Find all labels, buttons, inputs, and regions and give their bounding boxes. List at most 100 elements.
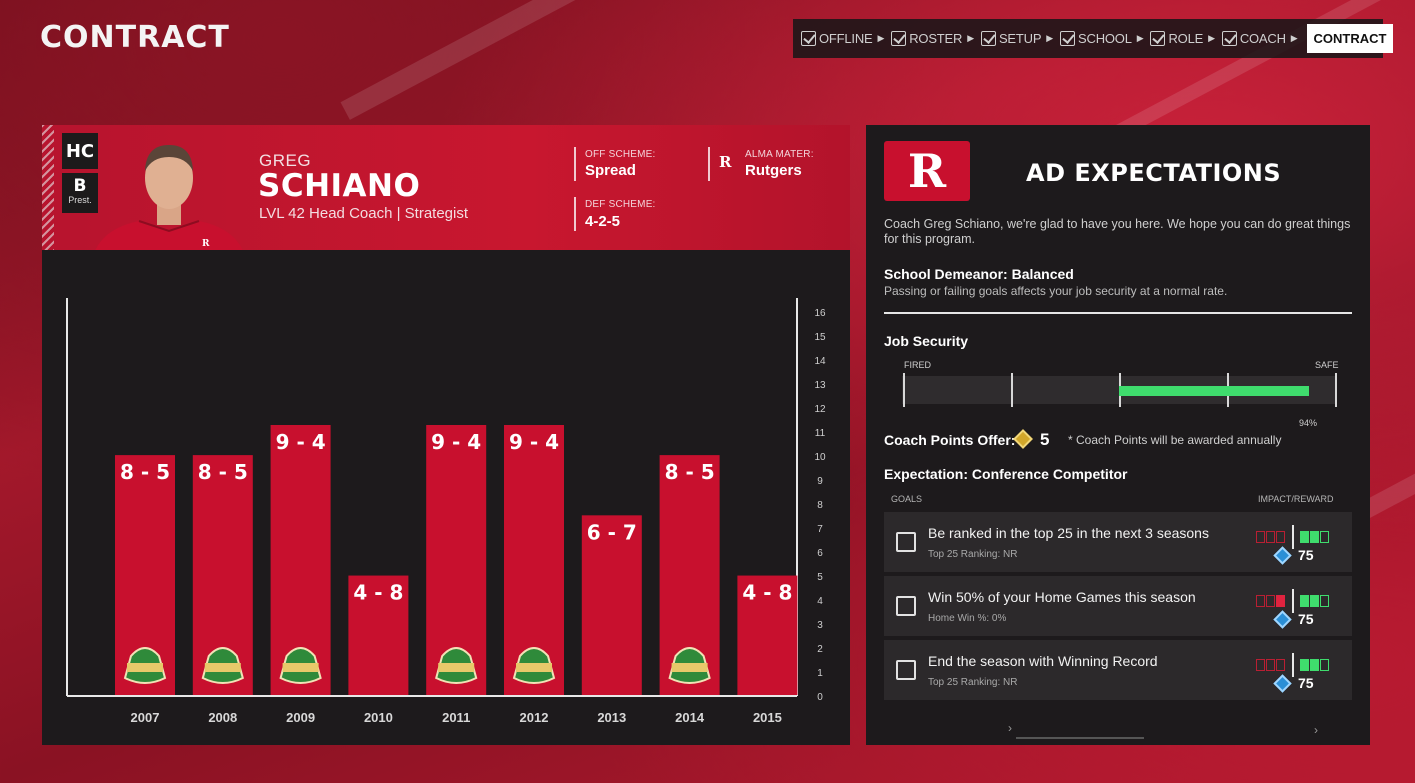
job-security-tick <box>903 373 905 407</box>
ad-expectations-title: AD EXPECTATIONS <box>1026 159 1282 187</box>
impact-meter <box>1256 525 1330 549</box>
impact-column-header: IMPACT/REWARD <box>1258 494 1334 504</box>
y-tick-label: 12 <box>814 404 826 415</box>
penalty-pip <box>1256 531 1265 543</box>
job-security-safe-label: SAFE <box>1315 360 1339 370</box>
step-school[interactable]: SCHOOL ▶ <box>1060 31 1144 46</box>
bar-record-label: 8 - 5 <box>120 460 170 484</box>
arrow-right-icon: ▶ <box>1208 33 1215 43</box>
goal-checkbox[interactable] <box>896 596 916 616</box>
reward-points-icon <box>1273 610 1292 629</box>
scroll-left-icon[interactable]: › <box>1008 721 1012 735</box>
header-hatch-decoration <box>42 125 54 250</box>
shirt-logo-r: R <box>202 239 210 249</box>
y-tick-label: 3 <box>817 620 823 631</box>
coach-points-value: 5 <box>1040 430 1050 449</box>
job-security-fill <box>1119 386 1310 396</box>
position-badge: HC <box>62 133 98 169</box>
page-title: CONTRACT <box>40 20 230 55</box>
scroll-right-icon[interactable]: › <box>1314 723 1318 737</box>
impact-separator <box>1292 525 1294 549</box>
arrow-right-icon: ▶ <box>1046 33 1054 43</box>
impact-separator <box>1292 653 1294 677</box>
goal-text: End the season with Winning Record <box>928 653 1158 669</box>
y-tick-label: 16 <box>814 308 826 319</box>
penalty-pip <box>1276 531 1285 543</box>
goal-progress: Top 25 Ranking: NR <box>928 549 1018 560</box>
goal-progress: Top 25 Ranking: NR <box>928 677 1018 688</box>
x-tick-label: 2013 <box>597 710 626 725</box>
reward-pip <box>1320 595 1329 607</box>
reward-pip <box>1310 595 1319 607</box>
penalty-pip <box>1256 595 1265 607</box>
reward-pip <box>1310 659 1319 671</box>
goal-checkbox[interactable] <box>896 532 916 552</box>
x-tick-label: 2014 <box>675 710 705 725</box>
arrow-right-icon: ▶ <box>877 33 885 43</box>
school-logo: R <box>884 141 970 201</box>
step-label: SETUP <box>998 31 1042 46</box>
goal-row[interactable]: Be ranked in the top 25 in the next 3 se… <box>884 512 1352 572</box>
arrow-right-icon: ▶ <box>1136 33 1144 43</box>
prestige-label: Prest. <box>68 195 92 205</box>
step-contract-active[interactable]: CONTRACT <box>1306 24 1394 53</box>
bowl-game-icon-banner <box>516 663 552 672</box>
goal-row[interactable]: End the season with Winning Record Top 2… <box>884 640 1352 700</box>
checkbox-checked-icon <box>980 31 996 46</box>
goal-text: Win 50% of your Home Games this season <box>928 589 1196 605</box>
coach-header: HC B Prest. R GREG SCHIANO LVL 42 Head C… <box>42 125 850 250</box>
reward-points-icon <box>1273 674 1292 693</box>
season-record-chart: 0123456789101112131415168 - 520078 - 520… <box>66 298 826 725</box>
goal-checkbox[interactable] <box>896 660 916 680</box>
job-security-title: Job Security <box>884 333 969 349</box>
goal-text: Be ranked in the top 25 in the next 3 se… <box>928 525 1209 541</box>
y-tick-label: 6 <box>817 548 823 559</box>
coach-level-archetype: LVL 42 Head Coach | Strategist <box>259 205 469 222</box>
step-role[interactable]: ROLE ▶ <box>1150 31 1215 46</box>
x-tick-label: 2012 <box>520 710 549 725</box>
coach-history-panel: HC B Prest. R GREG SCHIANO LVL 42 Head C… <box>42 125 850 745</box>
school-demeanor-description: Passing or failing goals affects your jo… <box>884 284 1228 298</box>
bowl-game-icon-banner <box>671 663 708 672</box>
prestige-grade: B <box>73 176 87 196</box>
x-tick-label: 2015 <box>753 710 782 725</box>
coach-points-icon <box>1013 429 1033 449</box>
divider <box>708 147 710 181</box>
def-scheme-label: DEF SCHEME: <box>585 199 656 210</box>
y-tick-label: 8 <box>817 500 823 511</box>
x-tick-label: 2010 <box>364 710 393 725</box>
job-security-tick <box>1335 373 1337 407</box>
job-security-tick <box>1011 373 1013 407</box>
reward-points-value: 75 <box>1298 675 1314 691</box>
ad-expectations-panel: R AD EXPECTATIONS Coach Greg Schiano, we… <box>866 125 1370 745</box>
y-tick-label: 5 <box>817 572 823 583</box>
x-tick-label: 2007 <box>131 710 160 725</box>
goals-column-header: GOALS <box>891 494 923 504</box>
goal-row[interactable]: Win 50% of your Home Games this season H… <box>884 576 1352 636</box>
arrow-right-icon: ▶ <box>967 33 974 43</box>
off-scheme-label: OFF SCHEME: <box>585 149 656 160</box>
y-tick-label: 0 <box>817 692 823 703</box>
alma-mater-value: Rutgers <box>745 162 802 179</box>
divider <box>574 147 576 181</box>
prestige-badge: B Prest. <box>62 173 98 213</box>
step-coach[interactable]: COACH ▶ <box>1221 31 1298 46</box>
checkbox-checked-icon <box>891 31 907 46</box>
bar-record-label: 8 - 5 <box>665 460 715 484</box>
penalty-pip <box>1266 531 1275 543</box>
scrollbar[interactable] <box>1016 737 1144 739</box>
x-tick-label: 2009 <box>286 710 315 725</box>
step-label: OFFLINE <box>819 31 873 46</box>
x-tick-label: 2011 <box>442 710 470 725</box>
step-setup[interactable]: SETUP ▶ <box>980 31 1054 46</box>
step-roster[interactable]: ROSTER ▶ <box>891 31 974 46</box>
bar-record-label: 4 - 8 <box>742 581 792 605</box>
job-security-value: 94% <box>1299 418 1318 428</box>
penalty-pip <box>1276 595 1285 607</box>
bowl-game-icon-banner <box>204 663 241 672</box>
checkbox-checked-icon <box>1060 31 1076 46</box>
def-scheme-value: 4-2-5 <box>585 213 621 230</box>
step-offline[interactable]: OFFLINE ▶ <box>801 31 884 46</box>
step-label: COACH <box>1239 31 1286 46</box>
ad-intro-text: Coach Greg Schiano, we're glad to have y… <box>884 217 1351 246</box>
